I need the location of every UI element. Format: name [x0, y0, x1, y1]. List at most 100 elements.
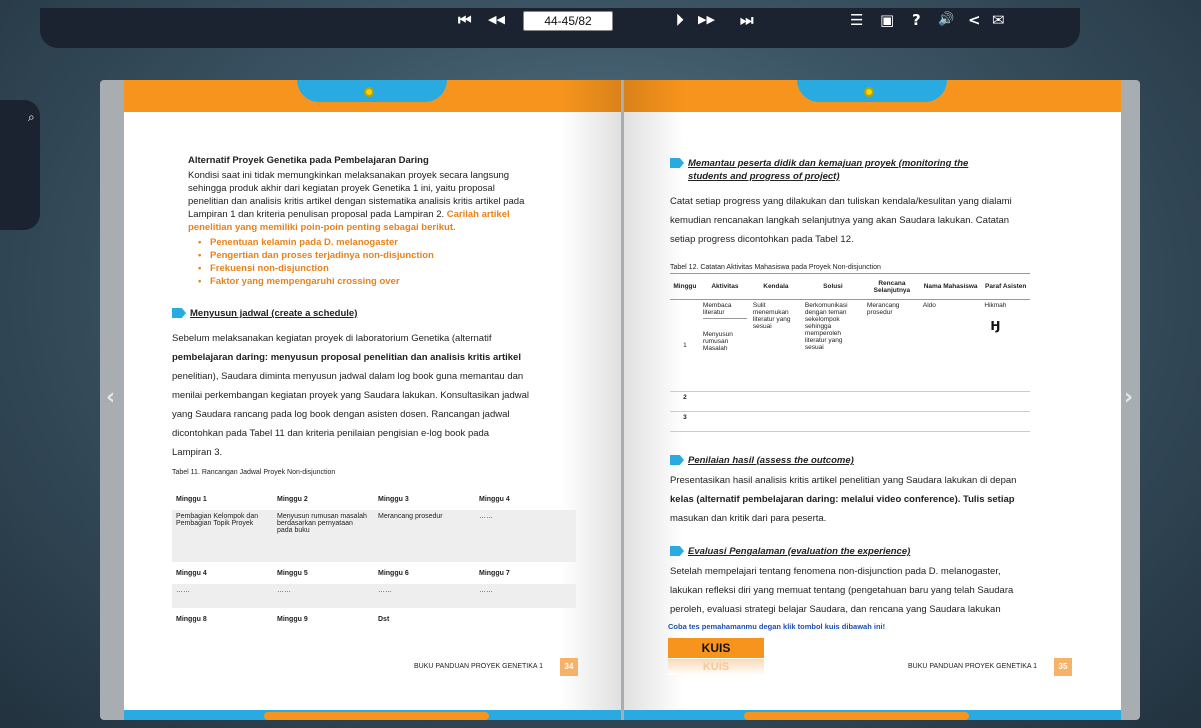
quiz-prompt: Coba tes pemahamanmu degan klik tombol k…	[668, 622, 886, 631]
highlight-text: penelitian yang memiliki poin-poin penti…	[188, 222, 456, 233]
text-line: Setelah mempelajari tentang fenomena non…	[670, 566, 1001, 577]
activity-table: Minggu Aktivitas Kendala Solusi Rencana …	[670, 273, 1030, 432]
page-footer: BUKU PANDUAN PROYEK GENETIKA 1	[908, 663, 1038, 670]
list-item: Penentuan kelamin pada D. melanogaster	[188, 236, 588, 249]
text-line: menilai perkembangan kegiatan proyek yan…	[172, 390, 530, 401]
table-header: Aktivitas	[699, 273, 750, 300]
table-cell: Hikmah Ӈ	[981, 299, 1030, 392]
text-line: Catat setiap progress yang dilakukan dan…	[670, 196, 1012, 207]
first-page-icon[interactable]: ⏮	[458, 10, 472, 30]
table-cell: Merancang prosedur	[374, 510, 475, 562]
text-line: lakukan refleksi diri yang memuat tentan…	[670, 585, 1014, 596]
table-cell: ……	[172, 584, 273, 608]
fast-forward-icon[interactable]: ▶▶	[698, 10, 715, 30]
table-of-contents-icon[interactable]: ☰	[850, 10, 863, 30]
section-heading: Penilaian hasil (assess the outcome)	[688, 455, 854, 466]
table-cell: Membaca literatur Menyusun rumusan Masal…	[699, 299, 750, 392]
table-row: Minggu 1 Minggu 2 Minggu 3 Minggu 4	[172, 488, 576, 510]
activity-text: Membaca literatur	[702, 302, 747, 319]
table-cell	[919, 411, 982, 432]
table-cell: Berkomunikasi dengan teman sekelompok se…	[801, 299, 864, 392]
assessment-paragraph: Presentasikan hasil analisis kritis arti…	[670, 471, 1100, 528]
heading-line: Memantau peserta didik dan kemajuan proy…	[688, 158, 969, 169]
list-item: Pengertian dan proses terjadinya non-dis…	[188, 249, 588, 262]
highlight-text: Carilah artikel	[446, 209, 510, 220]
text-line: Sebelum melaksanakan kegiatan proyek di …	[172, 333, 492, 344]
page-indicator-input[interactable]: 44-45/82	[523, 11, 613, 31]
table-cell	[475, 608, 576, 630]
table-header-row: Minggu Aktivitas Kendala Solusi Rencana …	[670, 273, 1030, 300]
table-cell: Pembagian Kelompok dan Pembagian Topik P…	[172, 510, 273, 562]
signature-mark: Ӈ	[990, 319, 1001, 333]
paraf-text: Hikmah	[984, 302, 1007, 309]
page-footer: BUKU PANDUAN PROYEK GENETIKA 1	[414, 663, 544, 670]
left-page: Alternatif Proyek Genetika pada Pembelaj…	[124, 80, 621, 720]
list-item: Faktor yang mempengaruhi crossing over	[188, 275, 588, 288]
table-cell	[863, 391, 920, 412]
table-cell	[981, 411, 1030, 432]
page-title: Alternatif Proyek Genetika pada Pembelaj…	[188, 155, 429, 166]
mail-icon[interactable]: ✉	[992, 10, 1005, 30]
table-row: 2	[670, 391, 1030, 412]
table-header: Solusi	[801, 273, 864, 300]
table-cell	[749, 411, 802, 432]
table-cell: Minggu 7	[479, 569, 510, 577]
header-dot	[864, 87, 874, 97]
text-line: yang Saudara rancang pada log book denga…	[172, 409, 510, 420]
heading-line: students and progress of project)	[688, 171, 840, 182]
next-page-arrow-icon[interactable]: ›	[1124, 385, 1133, 410]
table-cell: Minggu 6	[378, 569, 409, 577]
text-line: pembelajaran daring: menyusun proposal p…	[172, 352, 521, 363]
table-cell	[981, 391, 1030, 412]
table-header: Minggu	[670, 273, 700, 300]
table-cell: Minggu 9	[277, 615, 308, 623]
table-cell: ……	[475, 584, 576, 608]
table-cell: 3	[670, 411, 700, 432]
evaluation-paragraph: Setelah mempelajari tentang fenomena non…	[670, 562, 1100, 619]
section-heading: Menyusun jadwal (create a schedule)	[190, 308, 358, 319]
table-cell	[699, 391, 750, 412]
footer-bar	[744, 712, 969, 720]
activity-text: Menyusun rumusan Masalah	[702, 331, 733, 352]
search-icon[interactable]: ⌕	[28, 110, 35, 125]
text-line: penelitian dan analisis kritis artikel d…	[188, 196, 525, 207]
list-item: Frekuensi non-disjunction	[188, 262, 588, 275]
section-paragraph: Sebelum melaksanakan kegiatan proyek di …	[172, 329, 612, 462]
text-line: Lampiran 3.	[172, 447, 223, 458]
quiz-button[interactable]: KUIS	[668, 638, 764, 658]
text-line: masukan dan kritik dari para peserta.	[670, 513, 827, 524]
display-mode-icon[interactable]: ▣	[880, 10, 894, 30]
right-page: Memantau peserta didik dan kemajuan proy…	[624, 80, 1121, 720]
table-row: …… …… …… ……	[172, 584, 576, 608]
table-cell: Aldo	[919, 299, 982, 392]
table-cell	[699, 411, 750, 432]
text-line: Presentasikan hasil analisis kritis arti…	[670, 475, 1017, 486]
text-line: dicontohkan pada Tabel 11 dan kriteria p…	[172, 428, 490, 439]
text-line: setiap progress dicontohkan pada Tabel 1…	[670, 234, 854, 245]
section-heading: Memantau peserta didik dan kemajuan proy…	[688, 157, 968, 183]
prev-page-arrow-icon[interactable]: ‹	[106, 385, 115, 410]
help-icon[interactable]: ?	[912, 10, 921, 30]
next-page-icon[interactable]: ⏵	[676, 10, 684, 30]
rewind-icon[interactable]: ◀◀	[488, 10, 505, 30]
table-cell: Minggu 1	[176, 495, 207, 503]
table-row: 3	[670, 411, 1030, 432]
table-cell: Minggu 3	[378, 495, 409, 503]
share-icon[interactable]: <	[968, 10, 981, 30]
table-caption: Tabel 11. Rancangan Jadwal Proyek Non-di…	[172, 469, 336, 476]
table-row: Pembagian Kelompok dan Pembagian Topik P…	[172, 510, 576, 562]
text-line: peroleh, evaluasi strategi belajar Sauda…	[670, 604, 1001, 615]
last-page-icon[interactable]: ⏭	[740, 10, 754, 30]
quiz-button-reflection: KUIS	[668, 659, 764, 675]
table-cell: Minggu 5	[277, 569, 308, 577]
intro-paragraph: Kondisi saat ini tidak memungkinkan mela…	[188, 169, 608, 234]
table-row: Minggu 8 Minggu 9 Dst	[172, 608, 576, 630]
table-header: Paraf Asisten	[981, 273, 1030, 300]
header-dot	[364, 87, 374, 97]
table-cell: Minggu 2	[277, 495, 308, 503]
table-cell	[749, 391, 802, 412]
sound-icon[interactable]: 🔊	[938, 10, 954, 30]
table-cell	[801, 411, 864, 432]
table-header: Nama Mahasiswa	[919, 273, 982, 300]
table-header: Rencana Selanjutnya	[863, 273, 920, 300]
